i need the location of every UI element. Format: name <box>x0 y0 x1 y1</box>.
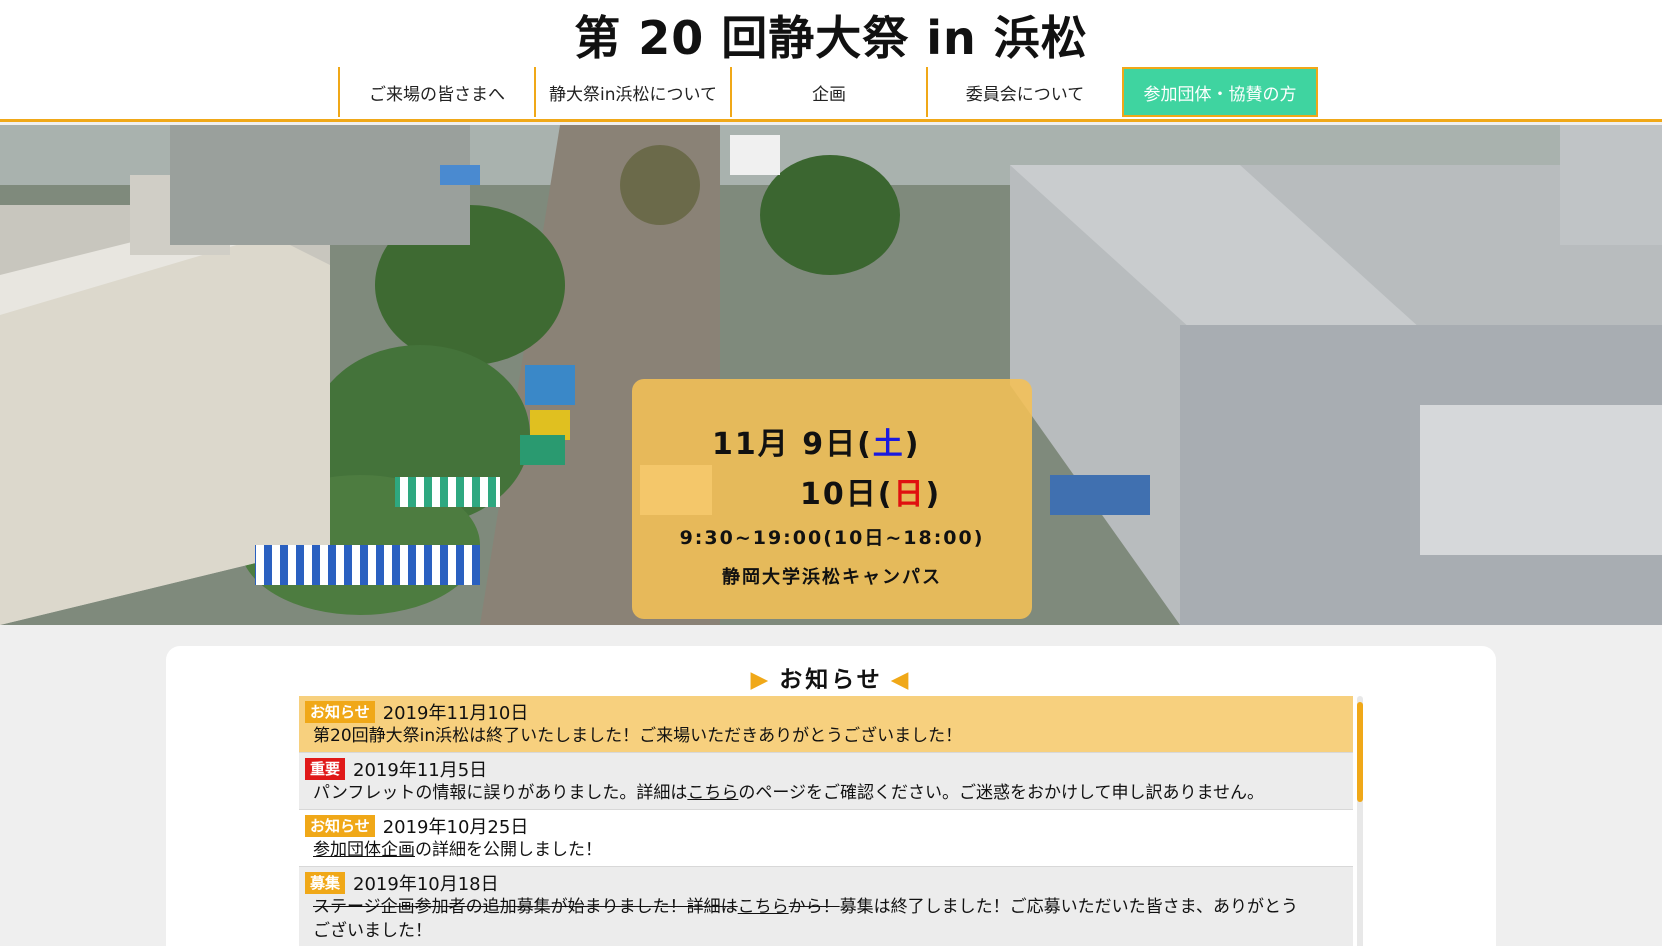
news-text: パンフレットの情報に誤りがありました。詳細はこちらのページをご確認ください。ご迷… <box>305 781 1345 805</box>
news-text-after: のページをご確認ください。ご迷惑をおかけして申し訳ありません。 <box>738 783 1264 803</box>
news-item: お知らせ 2019年10月25日 参加団体企画の詳細を公開しました！ <box>299 810 1353 867</box>
news-date: 2019年11月5日 <box>353 760 488 781</box>
news-item: 重要 2019年11月5日 パンフレットの情報に誤りがありました。詳細はこちらの… <box>299 753 1353 810</box>
news-panel: ▶ お知らせ ◀ お知らせ 2019年11月10日 第20回静大祭in浜松は終了いた… <box>166 646 1496 946</box>
site-title[interactable]: 第 20 回静大祭 in 浜松 <box>0 2 1662 68</box>
nav-item-visitors[interactable]: ご来場の皆さまへ <box>338 67 534 117</box>
news-link[interactable]: 参加団体企画 <box>313 840 415 860</box>
news-text: ステージ企画参加者の追加募集が始まりました！詳細はこちらから！募集は終了しました… <box>305 895 1345 943</box>
news-text-struck-after: から！ <box>788 897 840 917</box>
news-link[interactable]: こちら <box>738 897 789 917</box>
site-header: 第 20 回静大祭 in 浜松 ご来場の皆さまへ 静大祭in浜松について 企画 … <box>0 0 1662 122</box>
event-date-day2: 10日(日) <box>800 469 941 513</box>
news-badge-notice: お知らせ <box>305 701 375 723</box>
date2-prefix: 10日( <box>800 477 894 512</box>
news-text-line2: ございました！ <box>313 921 432 941</box>
nav-item-events[interactable]: 企画 <box>730 67 926 117</box>
date2-suffix: ) <box>925 477 942 512</box>
news-scrollbar-thumb[interactable] <box>1357 702 1363 802</box>
news-item: 募集 2019年10月18日 ステージ企画参加者の追加募集が始まりました！詳細は… <box>299 867 1353 946</box>
news-badge-notice: お知らせ <box>305 815 375 837</box>
news-text-before: パンフレットの情報に誤りがありました。詳細は <box>313 783 688 803</box>
event-date-box: 11月 9日(土) 10日(日) 9:30~19:00(10日~18:00) 静… <box>632 379 1032 619</box>
nav-item-committee[interactable]: 委員会について <box>926 67 1122 117</box>
nav-item-participants[interactable]: 参加団体・協賛の方 <box>1122 67 1318 117</box>
news-list[interactable]: お知らせ 2019年11月10日 第20回静大祭in浜松は終了いたしました！ご来… <box>299 696 1359 946</box>
news-date: 2019年10月25日 <box>382 817 529 838</box>
date1-weekday: 土 <box>872 427 905 462</box>
news-text: 第20回静大祭in浜松は終了いたしました！ご来場いただきありがとうございました！ <box>313 726 963 746</box>
news-badge-recruit: 募集 <box>305 872 346 894</box>
news-text-struck: ステージ企画参加者の追加募集が始まりました！詳細は <box>313 897 738 917</box>
news-scrollbar[interactable] <box>1357 696 1363 946</box>
news-heading-text: お知らせ <box>779 667 883 693</box>
hero-campus-photo: 11月 9日(土) 10日(日) 9:30~19:00(10日~18:00) 静… <box>0 125 1662 625</box>
date2-weekday: 日 <box>893 477 926 512</box>
event-date-day1: 11月 9日(土) <box>712 419 921 463</box>
event-time: 9:30~19:00(10日~18:00) <box>679 527 985 549</box>
news-link[interactable]: こちら <box>687 783 738 803</box>
news-text-after: 募集は終了しました！ご応募いただいた皆さま、ありがとう <box>839 897 1298 917</box>
date1-suffix: ) <box>904 427 921 462</box>
news-item: お知らせ 2019年11月10日 第20回静大祭in浜松は終了いたしました！ご来… <box>299 696 1353 753</box>
news-date: 2019年11月10日 <box>382 703 529 724</box>
event-venue: 静岡大学浜松キャンパス <box>722 567 942 588</box>
date1-prefix: 11月 9日( <box>712 427 873 462</box>
news-date: 2019年10月18日 <box>353 874 499 895</box>
news-text: 参加団体企画の詳細を公開しました！ <box>305 838 1345 862</box>
news-badge-important: 重要 <box>305 758 346 780</box>
main-nav: ご来場の皆さまへ 静大祭in浜松について 企画 委員会について 参加団体・協賛の… <box>338 67 1318 117</box>
nav-item-about[interactable]: 静大祭in浜松について <box>534 67 730 117</box>
news-text-after: の詳細を公開しました！ <box>415 840 602 860</box>
triangle-right-icon: ▶ <box>750 667 772 693</box>
news-heading: ▶ お知らせ ◀ <box>166 660 1496 694</box>
triangle-left-icon: ◀ <box>890 667 912 693</box>
